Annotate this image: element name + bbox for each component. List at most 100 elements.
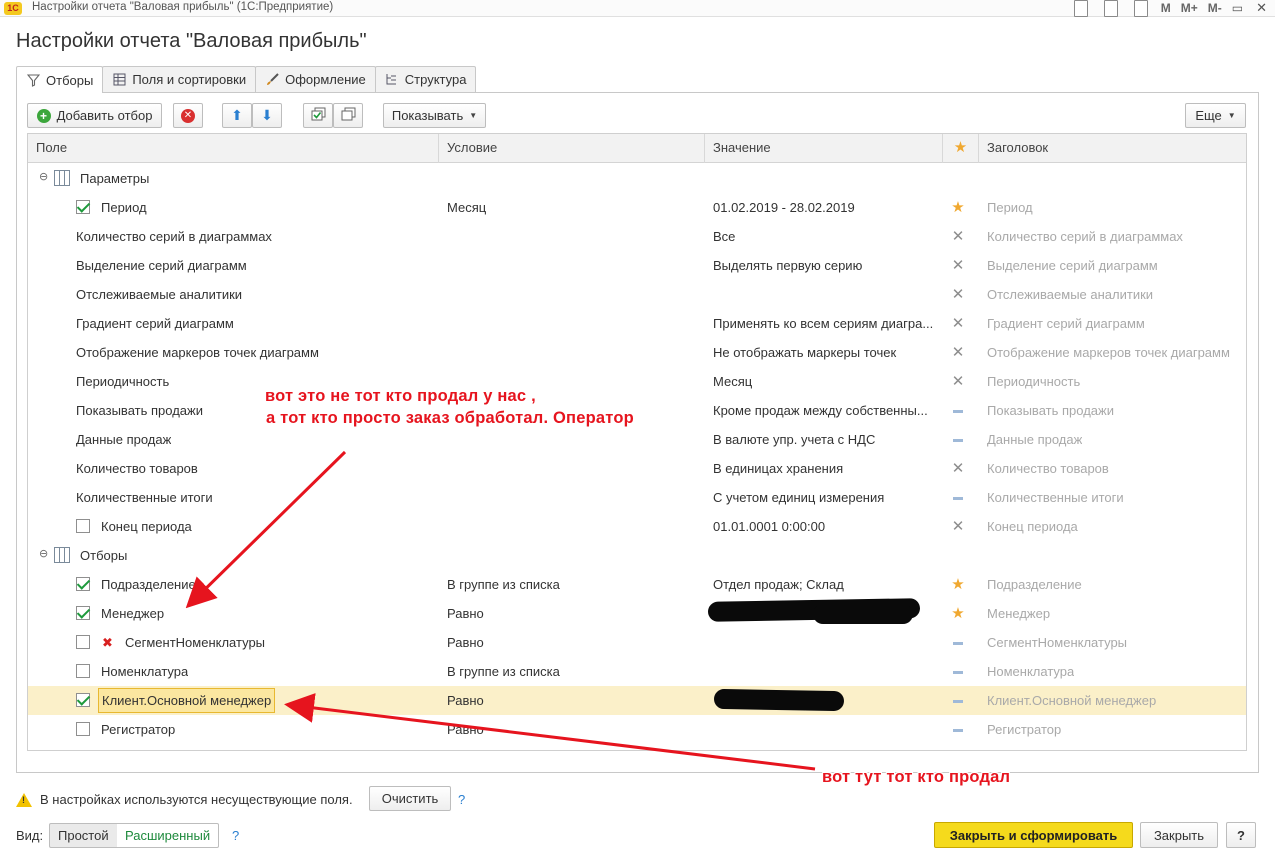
row-title[interactable]: Количественные итоги bbox=[987, 483, 1124, 512]
row-field[interactable]: Отслеживаемые аналитики bbox=[76, 280, 242, 309]
view-extended-button[interactable]: Расширенный bbox=[117, 823, 220, 848]
row-condition[interactable]: Равно bbox=[447, 628, 484, 657]
table-row[interactable]: Менеджер Равно ★ Менеджер bbox=[28, 599, 1246, 628]
memory-minus-button[interactable]: M- bbox=[1203, 0, 1227, 17]
row-field[interactable]: Конец периода bbox=[101, 512, 192, 541]
row-field[interactable]: Периодичность bbox=[76, 367, 169, 396]
row-mark[interactable] bbox=[943, 686, 973, 715]
row-field[interactable]: Регистратор bbox=[101, 715, 175, 744]
close-button[interactable]: Закрыть bbox=[1140, 822, 1218, 848]
disabled-x-icon[interactable]: ✕ bbox=[952, 344, 965, 361]
row-mark[interactable] bbox=[943, 715, 973, 744]
row-title[interactable]: Менеджер bbox=[987, 599, 1050, 628]
row-field[interactable]: Клиент.Основной менеджер bbox=[98, 688, 276, 713]
row-field[interactable]: СегментНоменклатуры bbox=[125, 628, 265, 657]
row-value[interactable]: 01.02.2019 - 28.02.2019 bbox=[713, 193, 943, 222]
row-mark[interactable]: ✕ bbox=[943, 512, 973, 541]
table-row[interactable]: Отслеживаемые аналитики ✕ Отслеживаемые ан… bbox=[28, 280, 1246, 309]
row-mark[interactable]: ✕ bbox=[943, 280, 973, 309]
column-header-title[interactable]: Заголовок bbox=[979, 134, 1246, 163]
table-row[interactable]: Выделение серий диаграмм Выделять первую … bbox=[28, 251, 1246, 280]
row-title[interactable]: СегментНоменклатуры bbox=[987, 628, 1127, 657]
row-title[interactable]: Регистратор bbox=[987, 715, 1061, 744]
row-field[interactable]: Количество серий в диаграммах bbox=[76, 222, 272, 251]
row-value[interactable]: Все bbox=[713, 222, 943, 251]
table-row[interactable]: Клиент.Основной менеджер Равно Клиент.Осно… bbox=[28, 686, 1246, 715]
row-mark[interactable] bbox=[943, 628, 973, 657]
row-field[interactable]: Градиент серий диаграмм bbox=[76, 309, 234, 338]
row-mark[interactable]: ✕ bbox=[943, 309, 973, 338]
dash-icon[interactable] bbox=[953, 497, 963, 501]
print-icon[interactable] bbox=[1066, 0, 1096, 17]
row-title[interactable]: Выделение серий диаграмм bbox=[987, 251, 1158, 280]
row-checkbox[interactable] bbox=[76, 519, 90, 533]
row-checkbox[interactable] bbox=[76, 577, 90, 591]
row-value[interactable]: Выделять первую серию bbox=[713, 251, 943, 280]
row-title[interactable]: Отслеживаемые аналитики bbox=[987, 280, 1153, 309]
row-mark[interactable]: ✕ bbox=[943, 251, 973, 280]
collapse-icon[interactable]: ⊖ bbox=[39, 549, 48, 560]
star-icon[interactable]: ★ bbox=[951, 199, 964, 216]
tab-fields-sorting[interactable]: Поля и сортировки bbox=[102, 66, 257, 92]
close-icon[interactable]: ✕ bbox=[1248, 0, 1275, 17]
row-condition[interactable]: Равно bbox=[447, 686, 484, 715]
tab-structure[interactable]: Структура bbox=[374, 66, 477, 92]
calendar-icon[interactable] bbox=[1126, 0, 1156, 17]
disabled-x-icon[interactable]: ✕ bbox=[952, 460, 965, 477]
dash-icon[interactable] bbox=[953, 410, 963, 414]
table-row[interactable]: Градиент серий диаграмм Применять ко всем… bbox=[28, 309, 1246, 338]
tab-design[interactable]: Оформление bbox=[255, 66, 376, 92]
memory-plus-button[interactable]: M+ bbox=[1176, 0, 1203, 17]
row-value[interactable]: Не отображать маркеры точек bbox=[713, 338, 943, 367]
group-row-params[interactable]: ⊖ Параметры bbox=[28, 164, 1246, 193]
view-simple-button[interactable]: Простой bbox=[49, 823, 118, 848]
row-field[interactable]: Период bbox=[101, 193, 147, 222]
row-value[interactable]: Кроме продаж между собственны... bbox=[713, 396, 943, 425]
row-title[interactable]: Количество серий в диаграммах bbox=[987, 222, 1183, 251]
row-title[interactable]: Количество товаров bbox=[987, 454, 1109, 483]
table-row[interactable]: Регистратор Равно Регистратор bbox=[28, 715, 1246, 744]
disabled-x-icon[interactable]: ✕ bbox=[952, 315, 965, 332]
star-icon[interactable]: ★ bbox=[951, 576, 964, 593]
row-value[interactable] bbox=[713, 715, 943, 744]
row-value[interactable]: Отдел продаж; Склад bbox=[713, 570, 943, 599]
row-title[interactable]: Клиент.Основной менеджер bbox=[987, 686, 1156, 715]
add-filter-button[interactable]: + Добавить отбор bbox=[27, 103, 162, 128]
help-link[interactable]: ? bbox=[458, 792, 465, 807]
row-field[interactable]: Показывать продажи bbox=[76, 396, 203, 425]
tab-filters[interactable]: Отборы bbox=[16, 66, 104, 93]
check-all-button[interactable] bbox=[303, 103, 333, 128]
row-mark[interactable]: ★ bbox=[943, 599, 973, 628]
star-icon[interactable]: ★ bbox=[951, 605, 964, 622]
help-link[interactable]: ? bbox=[232, 828, 239, 843]
row-title[interactable]: Показывать продажи bbox=[987, 396, 1114, 425]
row-value[interactable]: Применять ко всем сериям диагра... bbox=[713, 309, 943, 338]
disabled-x-icon[interactable]: ✕ bbox=[952, 286, 965, 303]
row-title[interactable]: Градиент серий диаграмм bbox=[987, 309, 1145, 338]
row-field[interactable]: Менеджер bbox=[101, 599, 164, 628]
row-mark[interactable]: ✕ bbox=[943, 454, 973, 483]
row-condition[interactable]: Месяц bbox=[447, 193, 486, 222]
row-checkbox[interactable] bbox=[76, 635, 90, 649]
table-row[interactable]: Период Месяц 01.02.2019 - 28.02.2019 ★ Перио… bbox=[28, 193, 1246, 222]
clear-button[interactable]: Очистить bbox=[369, 786, 451, 811]
row-value[interactable]: 01.01.0001 0:00:00 bbox=[713, 512, 943, 541]
row-mark[interactable]: ✕ bbox=[943, 222, 973, 251]
row-field[interactable]: Количество товаров bbox=[76, 454, 198, 483]
row-field[interactable]: Отображение маркеров точек диаграмм bbox=[76, 338, 319, 367]
disabled-x-icon[interactable]: ✕ bbox=[952, 373, 965, 390]
delete-button[interactable]: ✕ bbox=[173, 103, 203, 128]
column-header-field[interactable]: Поле bbox=[28, 134, 439, 163]
row-value[interactable] bbox=[713, 628, 943, 657]
row-mark[interactable]: ★ bbox=[943, 570, 973, 599]
group-row-filters[interactable]: ⊖ Отборы bbox=[28, 541, 1246, 570]
settings-table[interactable]: Поле Условие Значение ★ Заголовок ⊖ Пара… bbox=[27, 133, 1247, 751]
row-mark[interactable]: ✕ bbox=[943, 338, 973, 367]
table-row[interactable]: Количество серий в диаграммах Все ✕ Количес… bbox=[28, 222, 1246, 251]
row-checkbox[interactable] bbox=[76, 200, 90, 214]
row-value[interactable] bbox=[713, 280, 943, 309]
table-row[interactable]: Показывать продажи Кроме продаж между соб… bbox=[28, 396, 1246, 425]
calculator-icon[interactable] bbox=[1096, 0, 1126, 17]
row-title[interactable]: Периодичность bbox=[987, 367, 1080, 396]
row-title[interactable]: Конец периода bbox=[987, 512, 1078, 541]
